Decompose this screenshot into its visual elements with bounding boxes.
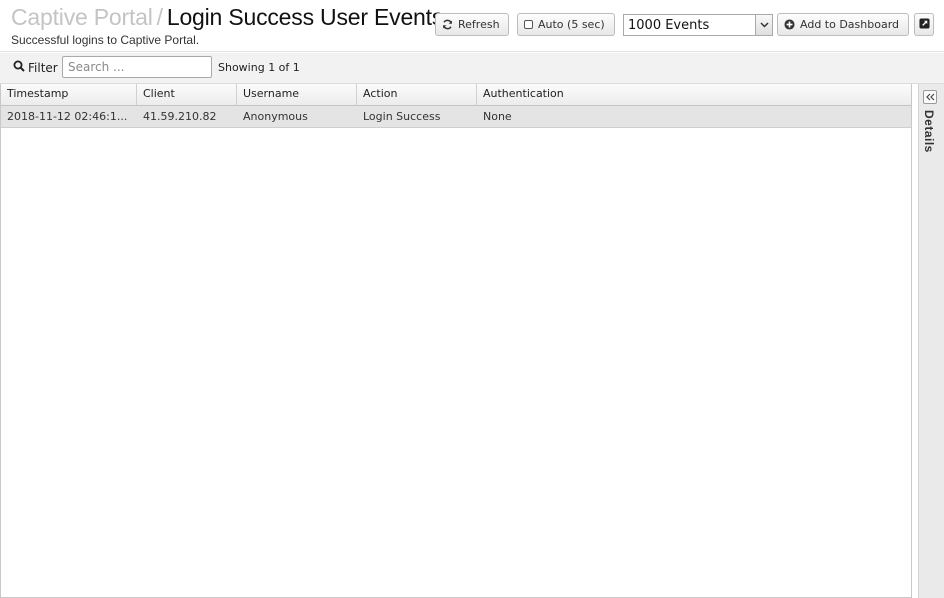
refresh-icon (442, 19, 453, 30)
refresh-label: Refresh (458, 18, 500, 31)
external-link-icon (918, 17, 930, 32)
column-header-username[interactable]: Username (237, 84, 357, 105)
report-title: Login Success User Events (166, 4, 444, 30)
column-header-action[interactable]: Action (357, 84, 477, 105)
details-panel-label[interactable]: Details (922, 110, 936, 153)
filter-bar: Filter Showing 1 of 1 (0, 53, 944, 84)
page-title: Captive Portal / Login Success User Events (11, 4, 443, 31)
auto-refresh-label: Auto (5 sec) (538, 18, 605, 31)
search-icon (13, 60, 28, 75)
events-table: Timestamp Client Username Action Authent… (0, 84, 912, 598)
cell-authentication: None (483, 110, 512, 123)
search-input[interactable] (62, 56, 212, 78)
refresh-button[interactable]: Refresh (435, 13, 509, 36)
table-header: Timestamp Client Username Action Authent… (1, 84, 911, 106)
double-chevron-left-icon[interactable] (923, 90, 937, 104)
details-panel[interactable]: Details (918, 84, 944, 598)
showing-count: Showing 1 of 1 (218, 61, 300, 74)
plus-circle-icon (784, 19, 795, 30)
column-header-authentication[interactable]: Authentication (477, 84, 911, 105)
table-row[interactable]: 2018-11-12 02:46:1... 41.59.210.82 Anony… (1, 106, 911, 128)
cell-timestamp: 2018-11-12 02:46:1... (7, 110, 128, 123)
breadcrumb-captive-portal[interactable]: Captive Portal (11, 4, 153, 30)
add-to-dashboard-label: Add to Dashboard (800, 18, 900, 31)
cell-action: Login Success (363, 110, 441, 123)
column-header-client[interactable]: Client (137, 84, 237, 105)
open-external-button[interactable] (914, 13, 934, 36)
column-header-timestamp[interactable]: Timestamp (1, 84, 137, 105)
filter-text: Filter (28, 60, 58, 75)
events-limit-select[interactable]: 1000 Events (623, 14, 773, 36)
filter-label: Filter (13, 60, 58, 75)
checkbox-icon[interactable] (524, 20, 533, 29)
breadcrumb-separator: / (156, 4, 163, 30)
cell-username: Anonymous (243, 110, 308, 123)
cell-client: 41.59.210.82 (143, 110, 217, 123)
chevron-down-icon[interactable] (755, 15, 772, 35)
add-to-dashboard-button[interactable]: Add to Dashboard (777, 13, 909, 36)
page-subtitle: Successful logins to Captive Portal. (11, 33, 200, 47)
auto-refresh-toggle[interactable]: Auto (5 sec) (517, 13, 615, 36)
events-limit-value: 1000 Events (628, 17, 710, 33)
page-header: Captive Portal / Login Success User Events… (0, 0, 944, 52)
